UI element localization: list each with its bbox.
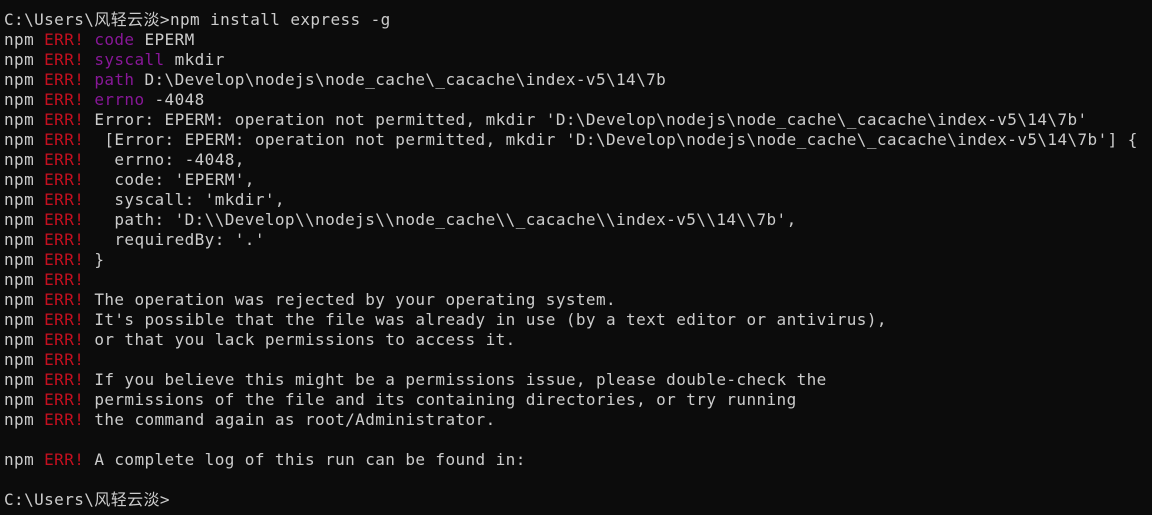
log-line: npm ERR! path D:\Develop\nodejs\node_cac… <box>4 70 1152 90</box>
err-tag: ERR! <box>44 190 95 209</box>
log-prefix: npm <box>4 90 45 109</box>
log-prefix: npm <box>4 310 45 329</box>
log-prefix: npm <box>4 150 45 169</box>
err-tag: ERR! <box>44 450 95 469</box>
log-prefix: npm <box>4 270 45 289</box>
err-tag: ERR! <box>44 70 95 89</box>
log-prefix: npm <box>4 130 45 149</box>
log-line: npm ERR! permissions of the file and its… <box>4 390 1152 410</box>
log-prefix: npm <box>4 350 45 369</box>
log-line: npm ERR! code: 'EPERM', <box>4 170 1152 190</box>
err-tag: ERR! <box>44 150 95 169</box>
log-text: The operation was rejected by your opera… <box>94 290 617 309</box>
log-line: npm ERR! code EPERM <box>4 30 1152 50</box>
log-prefix: npm <box>4 50 45 69</box>
prompt-text: C:\Users\风轻云淡> <box>4 490 170 509</box>
log-text: A complete log of this run can be found … <box>94 450 526 469</box>
err-tag: ERR! <box>44 410 95 429</box>
log-prefix: npm <box>4 30 45 49</box>
log-prefix: npm <box>4 450 45 469</box>
log-text: Error: EPERM: operation not permitted, m… <box>94 110 1088 129</box>
log-line: npm ERR! The operation was rejected by y… <box>4 290 1152 310</box>
log-text: path: 'D:\\Develop\\nodejs\\node_cache\\… <box>94 210 797 229</box>
err-tag: ERR! <box>44 290 95 309</box>
err-tag: ERR! <box>44 130 95 149</box>
err-tag: ERR! <box>44 230 95 249</box>
err-tag: ERR! <box>44 250 95 269</box>
log-line: npm ERR! Error: EPERM: operation not per… <box>4 110 1152 130</box>
log-line: npm ERR! If you believe this might be a … <box>4 370 1152 390</box>
err-tag: ERR! <box>44 210 95 229</box>
log-prefix: npm <box>4 290 45 309</box>
log-prefix: npm <box>4 390 45 409</box>
log-line: npm ERR! or that you lack permissions to… <box>4 330 1152 350</box>
err-tag: ERR! <box>44 350 95 369</box>
log-text: permissions of the file and its containi… <box>94 390 797 409</box>
err-tag: ERR! <box>44 50 95 69</box>
log-line: npm ERR! A complete log of this run can … <box>4 450 1152 470</box>
log-line: npm ERR! <box>4 270 1152 290</box>
log-text: If you believe this might be a permissio… <box>94 370 827 389</box>
err-tag: ERR! <box>44 90 95 109</box>
err-tag: ERR! <box>44 330 95 349</box>
log-line: npm ERR! It's possible that the file was… <box>4 310 1152 330</box>
log-key: path <box>94 70 135 89</box>
log-prefix: npm <box>4 70 45 89</box>
log-line: npm ERR! errno -4048 <box>4 90 1152 110</box>
log-text: D:\Develop\nodejs\node_cache\_cacache\in… <box>134 70 667 89</box>
log-prefix: npm <box>4 250 45 269</box>
log-line: npm ERR! syscall mkdir <box>4 50 1152 70</box>
log-line: npm ERR! the command again as root/Admin… <box>4 410 1152 430</box>
log-prefix: npm <box>4 210 45 229</box>
log-text: code: 'EPERM', <box>94 170 255 189</box>
err-tag: ERR! <box>44 370 95 389</box>
log-text: mkdir <box>164 50 225 69</box>
log-line: npm ERR! [Error: EPERM: operation not pe… <box>4 130 1152 150</box>
log-text: -4048 <box>144 90 205 109</box>
log-text: [Error: EPERM: operation not permitted, … <box>94 130 1138 149</box>
log-text: the command again as root/Administrator. <box>94 410 496 429</box>
final-prompt-line[interactable]: C:\Users\风轻云淡> <box>4 490 1152 510</box>
log-line: npm ERR! <box>4 350 1152 370</box>
log-text: syscall: 'mkdir', <box>94 190 285 209</box>
err-tag: ERR! <box>44 270 95 289</box>
prompt-text: C:\Users\风轻云淡> <box>4 10 170 29</box>
log-key: errno <box>94 90 145 109</box>
err-tag: ERR! <box>44 30 95 49</box>
log-text: It's possible that the file was already … <box>94 310 887 329</box>
log-prefix: npm <box>4 170 45 189</box>
log-text: EPERM <box>134 30 195 49</box>
log-prefix: npm <box>4 230 45 249</box>
err-tag: ERR! <box>44 110 95 129</box>
log-line: npm ERR! path: 'D:\\Develop\\nodejs\\nod… <box>4 210 1152 230</box>
log-text: errno: -4048, <box>94 150 245 169</box>
log-line: npm ERR! requiredBy: '.' <box>4 230 1152 250</box>
log-line: npm ERR! } <box>4 250 1152 270</box>
log-text: requiredBy: '.' <box>94 230 265 249</box>
command-line: C:\Users\风轻云淡>npm install express -g <box>4 10 1152 30</box>
err-tag: ERR! <box>44 390 95 409</box>
log-prefix: npm <box>4 330 45 349</box>
log-prefix: npm <box>4 110 45 129</box>
log-prefix: npm <box>4 410 45 429</box>
command-text: npm install express -g <box>169 10 391 29</box>
log-key: code <box>94 30 135 49</box>
err-tag: ERR! <box>44 310 95 329</box>
err-tag: ERR! <box>44 170 95 189</box>
terminal-window[interactable]: C:\Users\风轻云淡>npm install express -g npm… <box>0 0 1152 515</box>
log-line: npm ERR! errno: -4048, <box>4 150 1152 170</box>
log-prefix: npm <box>4 190 45 209</box>
log-line: npm ERR! syscall: 'mkdir', <box>4 190 1152 210</box>
log-key: syscall <box>94 50 165 69</box>
log-text: } <box>94 250 105 269</box>
log-prefix: npm <box>4 370 45 389</box>
log-text: or that you lack permissions to access i… <box>94 330 516 349</box>
